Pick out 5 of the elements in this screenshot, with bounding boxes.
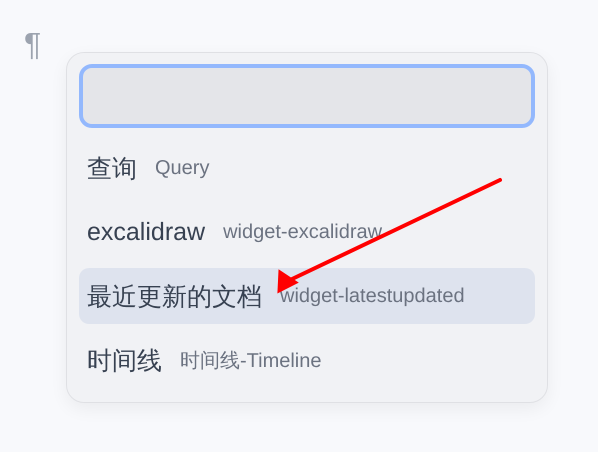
menu-item[interactable]: 时间线 时间线-Timeline: [79, 332, 535, 388]
paragraph-mark: ¶: [24, 26, 42, 62]
menu-item[interactable]: excalidraw widget-excalidraw: [79, 204, 535, 260]
menu-item[interactable]: 最近更新的文档 widget-latestupdated: [79, 268, 535, 324]
menu-item[interactable]: 查询 Query: [79, 140, 535, 196]
